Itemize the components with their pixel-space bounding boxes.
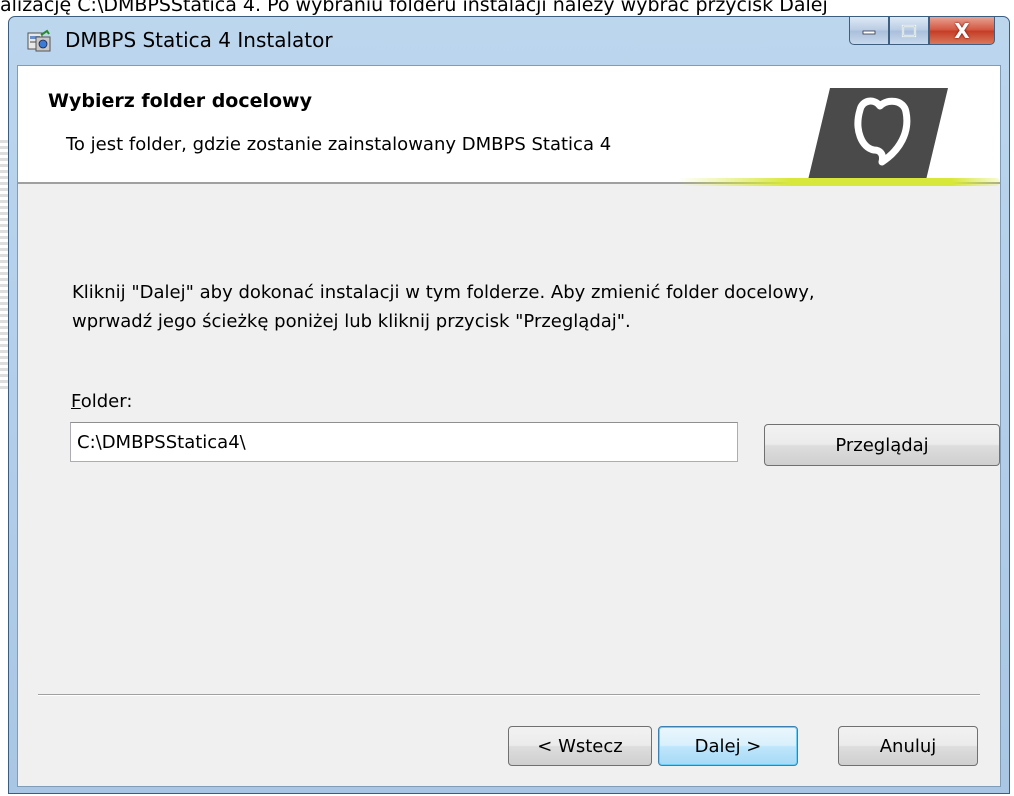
folder-label: Folder: <box>71 391 132 412</box>
footer-separator <box>38 694 980 696</box>
instructions-line-2: wprwadź jego ścieżkę poniżej lub kliknij… <box>72 311 631 332</box>
cancel-button[interactable]: Anuluj <box>838 726 978 766</box>
header-banner: Wybierz folder docelowy To jest folder, … <box>18 66 1000 182</box>
window-title: DMBPS Statica 4 Instalator <box>65 28 333 52</box>
maximize-icon <box>901 24 917 37</box>
next-button[interactable]: Dalej > <box>658 726 798 766</box>
shield-logo-icon <box>808 88 948 180</box>
page-caption: alizację C:\DMBPSStatica 4. Po wybraniu … <box>0 0 828 16</box>
back-button[interactable]: < Wstecz <box>508 726 652 766</box>
browse-button[interactable]: Przeglądaj <box>764 424 1000 466</box>
installer-client-area: Wybierz folder docelowy To jest folder, … <box>17 65 1001 787</box>
left-decoration <box>0 140 8 390</box>
banner-subtitle: To jest folder, gdzie zostanie zainstalo… <box>66 134 612 155</box>
instructions-line-1: Kliknij "Dalej" aby dokonać instalacji w… <box>72 282 815 303</box>
window-controls: X <box>849 17 995 47</box>
folder-label-text: older: <box>80 391 133 412</box>
minimize-icon <box>862 30 876 34</box>
banner-accent-glow <box>678 178 1000 186</box>
installer-window: DMBPS Statica 4 Instalator X Wybierz fol… <box>8 16 1010 794</box>
close-icon: X <box>954 18 970 43</box>
instructions-text: Kliknij "Dalej" aby dokonać instalacji w… <box>72 278 972 336</box>
maximize-button[interactable] <box>889 17 929 45</box>
folder-path-input[interactable] <box>70 422 738 462</box>
minimize-button[interactable] <box>849 17 889 45</box>
banner-title: Wybierz folder docelowy <box>48 90 312 112</box>
title-bar[interactable]: DMBPS Statica 4 Instalator X <box>9 17 1009 65</box>
close-button[interactable]: X <box>929 17 995 45</box>
folder-label-accelerator: F <box>71 391 81 412</box>
installer-app-icon <box>27 29 51 52</box>
